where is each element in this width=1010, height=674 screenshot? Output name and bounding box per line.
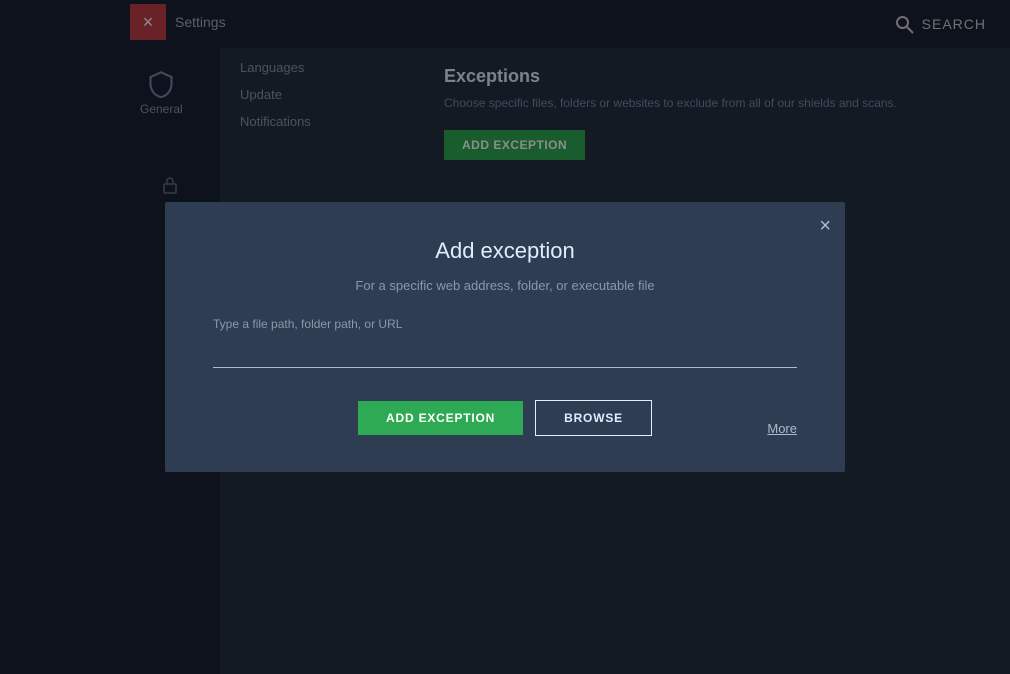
modal-add-exception-button[interactable]: ADD EXCEPTION	[358, 401, 523, 435]
modal-browse-button[interactable]: BROWSE	[535, 400, 652, 436]
modal-actions: ADD EXCEPTION BROWSE More	[213, 400, 797, 436]
modal-input-label: Type a file path, folder path, or URL	[213, 317, 797, 331]
modal-subtitle: For a specific web address, folder, or e…	[213, 278, 797, 293]
modal-close-button[interactable]: ×	[819, 216, 831, 236]
modal-dialog: × Add exception For a specific web addre…	[165, 202, 845, 472]
modal-more-link[interactable]: More	[767, 421, 797, 436]
modal-title: Add exception	[213, 238, 797, 264]
modal-overlay: × Add exception For a specific web addre…	[0, 0, 1010, 674]
exception-path-input[interactable]	[213, 339, 797, 368]
